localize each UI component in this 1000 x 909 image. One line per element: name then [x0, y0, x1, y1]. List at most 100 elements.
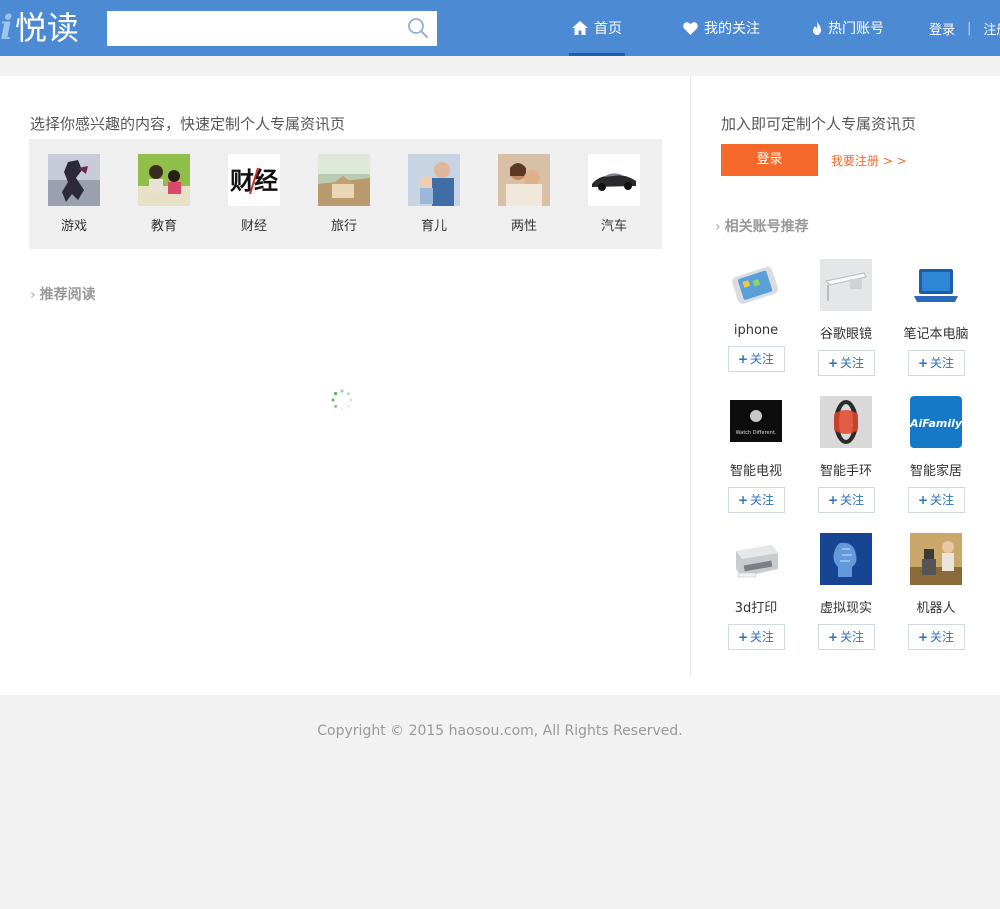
account-name: iphone: [733, 323, 779, 338]
account-name: 智能家居: [909, 464, 962, 479]
robot-thumbnail[interactable]: [910, 533, 962, 585]
account-name: 智能手环: [819, 464, 872, 479]
column-divider: [690, 76, 691, 676]
3d-printer-thumbnail[interactable]: [730, 533, 782, 585]
account-name: 谷歌眼镜: [819, 327, 872, 342]
follow-button[interactable]: + 关注: [727, 487, 785, 513]
auth-links: 登录 | 注册: [929, 0, 1000, 56]
plus-icon: +: [917, 356, 929, 370]
related-accounts-label: 相关账号推荐: [724, 219, 809, 235]
plus-icon: +: [827, 493, 839, 507]
follow-button[interactable]: + 关注: [907, 350, 965, 376]
google-glass-thumbnail[interactable]: [820, 259, 872, 311]
follow-label: 关注: [930, 356, 955, 370]
chevron-right-icon: ›: [30, 287, 36, 303]
follow-button[interactable]: + 关注: [907, 487, 965, 513]
account-card-3d-printing: 3d打印 + 关注: [716, 533, 796, 650]
search-icon[interactable]: [407, 17, 429, 39]
category-item-relationships[interactable]: 两性: [489, 154, 559, 234]
search-input[interactable]: [107, 11, 397, 46]
header-register-link[interactable]: 注册: [983, 19, 1000, 38]
login-button[interactable]: 登录: [721, 144, 818, 176]
related-accounts-title: › 相关账号推荐: [715, 216, 809, 236]
category-label: 育儿: [420, 219, 447, 234]
site-logo[interactable]: i 悦读: [0, 6, 79, 50]
follow-button[interactable]: + 关注: [907, 624, 965, 650]
account-card-smart-home: AiFamily 智能家居 + 关注: [896, 396, 976, 513]
nav-home[interactable]: 首页: [569, 0, 625, 56]
account-card-smart-tv: Watch Different. 智能电视 + 关注: [716, 396, 796, 513]
follow-label: 关注: [840, 630, 865, 644]
follow-button[interactable]: + 关注: [817, 624, 875, 650]
nav-hot-accounts[interactable]: 热门账号: [812, 0, 884, 56]
plus-icon: +: [737, 493, 749, 507]
smart-tv-thumb-text: Watch Different.: [736, 430, 777, 436]
follow-label: 关注: [750, 630, 775, 644]
account-card-virtual-reality: 虚拟现实 + 关注: [806, 533, 886, 650]
follow-button[interactable]: + 关注: [727, 346, 785, 372]
main-content: 选择你感兴趣的内容，快速定制个人专属资讯页 游戏 教育 财经 旅行 育儿 两性 …: [0, 76, 1000, 695]
smart-home-thumbnail[interactable]: AiFamily: [910, 396, 962, 448]
follow-label: 关注: [750, 493, 775, 507]
follow-button[interactable]: + 关注: [817, 487, 875, 513]
register-link[interactable]: 我要注册 > >: [831, 152, 907, 169]
flame-icon: [813, 21, 821, 35]
education-thumbnail: [138, 154, 190, 206]
category-label: 旅行: [330, 219, 357, 234]
account-card-robot: 机器人 + 关注: [896, 533, 976, 650]
follow-label: 关注: [840, 493, 865, 507]
smart-home-thumb-text: AiFamily: [910, 417, 962, 430]
plus-icon: +: [917, 493, 929, 507]
recommended-reading-title: › 推荐阅读: [30, 284, 96, 304]
account-card-smart-band: 智能手环 + 关注: [806, 396, 886, 513]
category-intro: 选择你感兴趣的内容，快速定制个人专属资讯页: [30, 115, 346, 133]
account-name: 3d打印: [734, 601, 778, 616]
account-name: 机器人: [916, 601, 956, 616]
category-item-finance[interactable]: 财经 财经: [219, 154, 289, 234]
account-card-laptop: 笔记本电脑 + 关注: [896, 259, 976, 376]
follow-button[interactable]: + 关注: [817, 350, 875, 376]
follow-label: 关注: [930, 493, 955, 507]
relationships-thumbnail: [498, 154, 550, 206]
category-item-cars[interactable]: 汽车: [579, 154, 649, 234]
plus-icon: +: [737, 630, 749, 644]
account-name: 智能电视: [729, 464, 782, 479]
chevron-right-icon: ›: [715, 219, 721, 235]
virtual-reality-thumbnail[interactable]: [820, 533, 872, 585]
category-item-education[interactable]: 教育: [129, 154, 199, 234]
plus-icon: +: [827, 356, 839, 370]
home-icon: [572, 21, 588, 35]
iphone-thumbnail[interactable]: [730, 259, 782, 311]
follow-label: 关注: [840, 356, 865, 370]
header-login-link[interactable]: 登录: [929, 19, 955, 38]
category-item-games[interactable]: 游戏: [39, 154, 109, 234]
auth-separator: |: [967, 20, 972, 36]
plus-icon: +: [737, 352, 749, 366]
plus-icon: +: [917, 630, 929, 644]
finance-thumbnail: 财经: [228, 154, 280, 206]
loading-spinner-icon: [331, 389, 353, 411]
follow-label: 关注: [930, 630, 955, 644]
follow-button[interactable]: + 关注: [727, 624, 785, 650]
footer-copyright: Copyright © 2015 haosou.com, All Rights …: [317, 723, 683, 739]
category-label: 教育: [150, 219, 177, 234]
nav-my-follow[interactable]: 我的关注: [683, 0, 760, 56]
heart-icon: [683, 21, 698, 35]
account-card-iphone: iphone + 关注: [716, 259, 796, 372]
parenting-thumbnail: [408, 154, 460, 206]
smart-band-thumbnail[interactable]: [820, 396, 872, 448]
category-item-travel[interactable]: 旅行: [309, 154, 379, 234]
games-thumbnail: [48, 154, 100, 206]
category-label: 汽车: [600, 219, 627, 234]
nav-hot-label: 热门账号: [828, 21, 884, 37]
smart-tv-thumbnail[interactable]: Watch Different.: [730, 396, 782, 448]
account-card-google-glass: 谷歌眼镜 + 关注: [806, 259, 886, 376]
laptop-thumbnail[interactable]: [910, 259, 962, 311]
category-label: 财经: [240, 219, 267, 234]
category-label: 两性: [510, 219, 537, 234]
join-prompt: 加入即可定制个人专属资讯页: [721, 115, 917, 133]
top-header: i 悦读 首页 我的关注 热门账号 登录 | 注册: [0, 0, 1000, 56]
category-item-parenting[interactable]: 育儿: [399, 154, 469, 234]
cars-thumbnail: [588, 154, 640, 206]
follow-label: 关注: [750, 352, 775, 366]
